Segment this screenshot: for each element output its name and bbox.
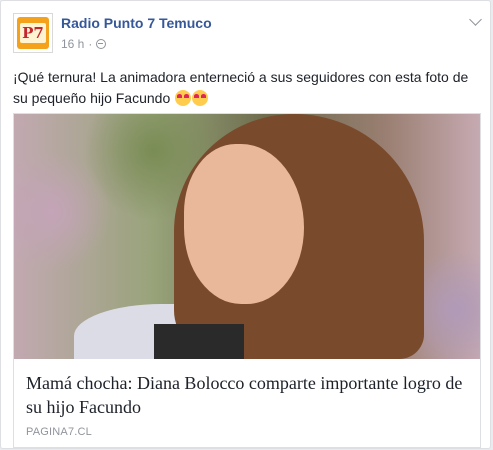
heart-eyes-emoji-icon bbox=[175, 90, 192, 106]
post-meta: 16 h · bbox=[61, 37, 107, 51]
radio-logo: P7 bbox=[17, 17, 49, 49]
feed-post: P7 Radio Punto 7 Temuco 16 h · ¡Qué tern… bbox=[0, 0, 491, 449]
photo-top-shape bbox=[154, 324, 244, 359]
avatar-text: P7 bbox=[20, 23, 46, 43]
link-preview-card[interactable]: Mamá chocha: Diana Bolocco comparte impo… bbox=[13, 113, 481, 448]
post-text: ¡Qué ternura! La animadora enterneció a … bbox=[13, 67, 481, 109]
chevron-down-icon[interactable] bbox=[469, 13, 482, 26]
globe-icon bbox=[96, 39, 107, 49]
meta-separator: · bbox=[88, 37, 93, 51]
link-title[interactable]: Mamá chocha: Diana Bolocco comparte impo… bbox=[26, 371, 466, 419]
link-preview-image[interactable] bbox=[14, 114, 480, 359]
page-avatar[interactable]: P7 bbox=[13, 13, 53, 53]
post-timestamp[interactable]: 16 h bbox=[61, 37, 84, 51]
heart-eyes-emoji-icon bbox=[192, 90, 209, 106]
link-domain: PAGINA7.CL bbox=[26, 426, 92, 438]
page-name-link[interactable]: Radio Punto 7 Temuco bbox=[61, 15, 212, 31]
post-message: ¡Qué ternura! La animadora enterneció a … bbox=[13, 69, 469, 106]
